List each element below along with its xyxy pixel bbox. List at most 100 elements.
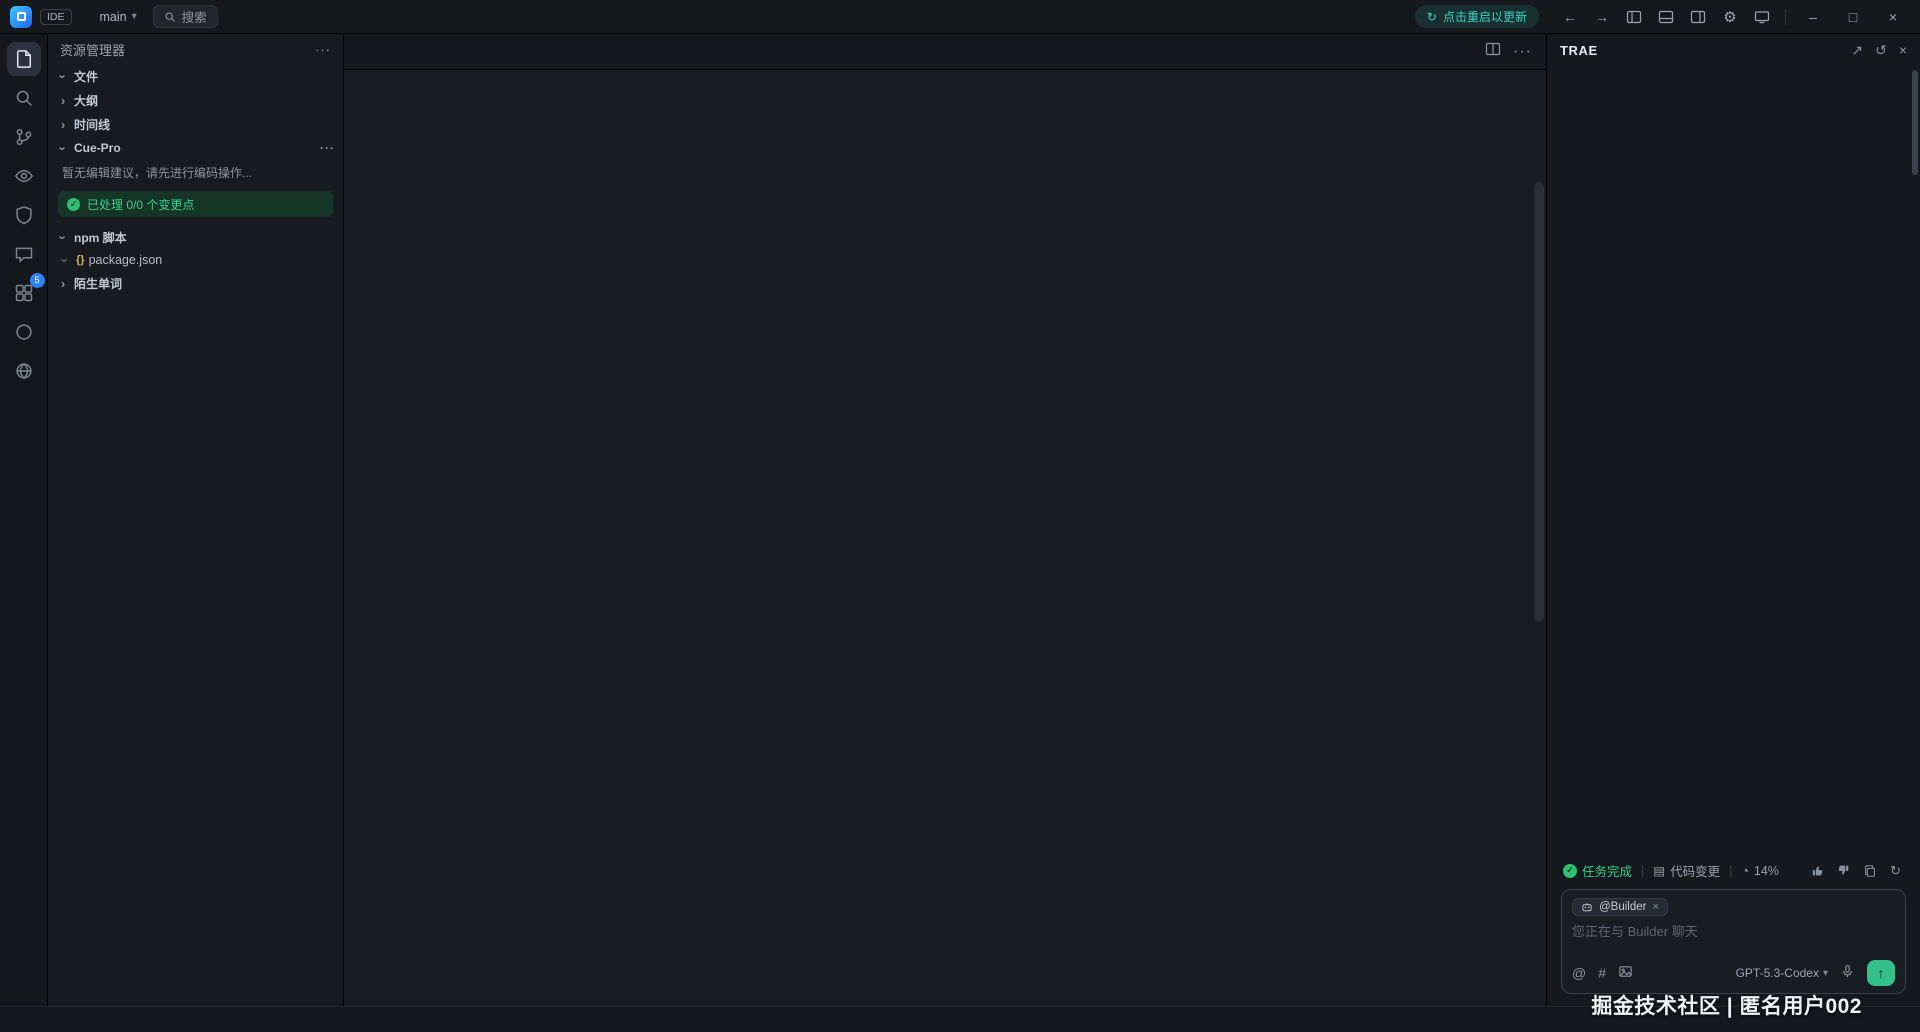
code-changes-button[interactable]: ▤ 代码变更 <box>1653 861 1720 880</box>
diff-icon: ▤ <box>1653 863 1665 878</box>
preview-eye-icon[interactable] <box>7 159 41 193</box>
screen-share-icon[interactable] <box>1749 5 1775 29</box>
mic-icon[interactable] <box>1840 964 1855 982</box>
maximize-button[interactable]: □ <box>1836 5 1870 29</box>
trae-header-icons: ↗ ↺ × <box>1851 42 1907 59</box>
trae-ai-panel: TRAE ↗ ↺ × ✓ 任务完成 | ▤ 代码变更 | <box>1546 34 1920 1006</box>
builder-agent-chip[interactable]: @Builder × <box>1572 898 1668 916</box>
check-icon: ✓ <box>1563 864 1577 878</box>
more-actions-icon[interactable]: ··· <box>1513 43 1532 61</box>
composer: @Builder × @ # GPT-5.3-Codex ▾ <box>1561 889 1906 994</box>
tab-actions: ··· <box>1471 34 1546 69</box>
code-editor[interactable] <box>344 94 1546 1006</box>
global-search[interactable]: 搜索 <box>153 5 218 28</box>
robot-icon <box>1581 901 1593 913</box>
explorer-icon[interactable] <box>7 42 41 76</box>
json-icon: {} <box>76 254 85 266</box>
tab-bar: ··· <box>344 34 1546 70</box>
refresh-icon: ↻ <box>1427 10 1437 24</box>
forward-icon[interactable]: → <box>1589 5 1615 29</box>
chevron-icon: › <box>56 276 70 291</box>
model-selector[interactable]: GPT-5.3-Codex ▾ <box>1736 966 1828 980</box>
close-panel-icon[interactable]: × <box>1899 42 1907 59</box>
panel-right-icon[interactable] <box>1685 5 1711 29</box>
send-button[interactable]: ↑ <box>1867 960 1895 986</box>
extensions-icon[interactable]: 5 <box>7 276 41 310</box>
restart-update-badge[interactable]: ↻ 点击重启以更新 <box>1415 5 1539 28</box>
watermark: 掘金技术社区 | 匿名用户002 <box>1591 990 1862 1020</box>
trae-title: TRAE <box>1560 43 1598 58</box>
security-shield-icon[interactable] <box>7 198 41 232</box>
source-control-icon[interactable] <box>7 120 41 154</box>
chat-input-box[interactable]: @Builder × @ # GPT-5.3-Codex ▾ <box>1561 889 1906 994</box>
branch-name: main <box>100 10 127 24</box>
chat-icon[interactable] <box>7 237 41 271</box>
history-icon[interactable]: ↺ <box>1875 42 1887 59</box>
branch-selector[interactable]: main ▾ <box>100 10 137 24</box>
gauge-icon: ◔ <box>1741 864 1749 878</box>
extensions-badge: 5 <box>30 273 45 288</box>
divider <box>1785 9 1786 25</box>
task-complete-status: ✓ 任务完成 <box>1563 861 1632 880</box>
cuepro-section-header[interactable]: › Cue-Pro ··· <box>48 136 343 160</box>
chevron-down-icon: ▾ <box>132 11 137 22</box>
message-status-row: ✓ 任务完成 | ▤ 代码变更 | ◔ 14% ↻ <box>1547 852 1920 887</box>
panel-scrollbar-thumb[interactable] <box>1912 70 1918 175</box>
globe-icon[interactable] <box>7 354 41 388</box>
unknown-words-section-header[interactable]: › 陌生单词 <box>48 271 343 295</box>
panel-bottom-icon[interactable] <box>1653 5 1679 29</box>
copy-icon[interactable] <box>1861 862 1878 879</box>
chevron-icon: › <box>56 117 70 132</box>
cuepro-empty-text: 暂无编辑建议，请先进行编码操作... <box>48 160 343 185</box>
npm-scripts-section-header[interactable]: › npm 脚本 <box>48 225 343 249</box>
image-attach-icon[interactable] <box>1618 964 1633 982</box>
search-icon[interactable] <box>7 81 41 115</box>
package-json-item[interactable]: › {} package.json <box>48 249 343 271</box>
split-editor-icon[interactable] <box>1485 41 1501 62</box>
settings-gear-icon[interactable]: ⚙ <box>1717 5 1743 29</box>
open-external-icon[interactable]: ↗ <box>1851 42 1863 59</box>
more-actions-icon[interactable]: ··· <box>320 141 335 155</box>
outline-section-header[interactable]: › 大纲 <box>48 88 343 112</box>
thumbs-down-icon[interactable] <box>1835 862 1852 879</box>
composer-toolbar: @ # GPT-5.3-Codex ▾ ↑ <box>1572 960 1895 986</box>
search-label: 搜索 <box>182 7 207 26</box>
context-usage: ◔ 14% <box>1741 864 1779 878</box>
files-section-header[interactable]: › 文件 <box>48 64 343 88</box>
remove-chip-icon[interactable]: × <box>1652 901 1658 913</box>
back-icon[interactable]: ← <box>1557 5 1583 29</box>
cuepro-progress[interactable]: ✓ 已处理 0/0 个变更点 <box>58 191 333 217</box>
plugin-circle-icon[interactable] <box>7 315 41 349</box>
thumbs-up-icon[interactable] <box>1809 862 1826 879</box>
more-actions-icon[interactable]: ··· <box>315 42 331 57</box>
breadcrumb <box>344 70 1546 94</box>
title-bar: IDE main ▾ 搜索 ↻ 点击重启以更新 ← → ⚙ – <box>0 0 1920 34</box>
activity-bar: 5 <box>0 34 48 1006</box>
chevron-down-icon: ▾ <box>1823 968 1828 979</box>
hashtag-icon[interactable]: # <box>1598 965 1606 981</box>
mention-icon[interactable]: @ <box>1572 965 1586 981</box>
panel-left-icon[interactable] <box>1621 5 1647 29</box>
regenerate-icon[interactable]: ↻ <box>1887 862 1904 879</box>
editor-scrollbar[interactable] <box>1532 94 1546 1006</box>
clipped-line <box>344 94 1546 108</box>
sidebar-explorer: 资源管理器 ··· › 文件 › 大纲 › 时间线 › Cue-Pro ··· <box>48 34 344 1006</box>
close-window-button[interactable]: × <box>1876 5 1910 29</box>
scrollbar-thumb[interactable] <box>1534 182 1544 622</box>
explorer-header: 资源管理器 ··· <box>48 34 343 64</box>
chat-input[interactable] <box>1572 921 1895 957</box>
title-bar-left: IDE main ▾ 搜索 <box>10 5 218 28</box>
chevron-icon: › <box>58 253 73 267</box>
timeline-section-header[interactable]: › 时间线 <box>48 112 343 136</box>
trae-logo-icon <box>10 6 32 28</box>
chevron-icon: › <box>56 230 71 244</box>
chevron-icon: › <box>56 141 71 155</box>
editor-group: ··· <box>344 34 1546 1006</box>
chat-history <box>1547 66 1920 852</box>
title-bar-right: ↻ 点击重启以更新 ← → ⚙ – □ × <box>1415 5 1910 29</box>
minimize-button[interactable]: – <box>1796 5 1830 29</box>
search-icon <box>164 11 176 23</box>
ide-window: IDE main ▾ 搜索 ↻ 点击重启以更新 ← → ⚙ – <box>0 0 1920 1032</box>
ide-badge: IDE <box>40 9 72 25</box>
check-icon: ✓ <box>67 198 80 211</box>
